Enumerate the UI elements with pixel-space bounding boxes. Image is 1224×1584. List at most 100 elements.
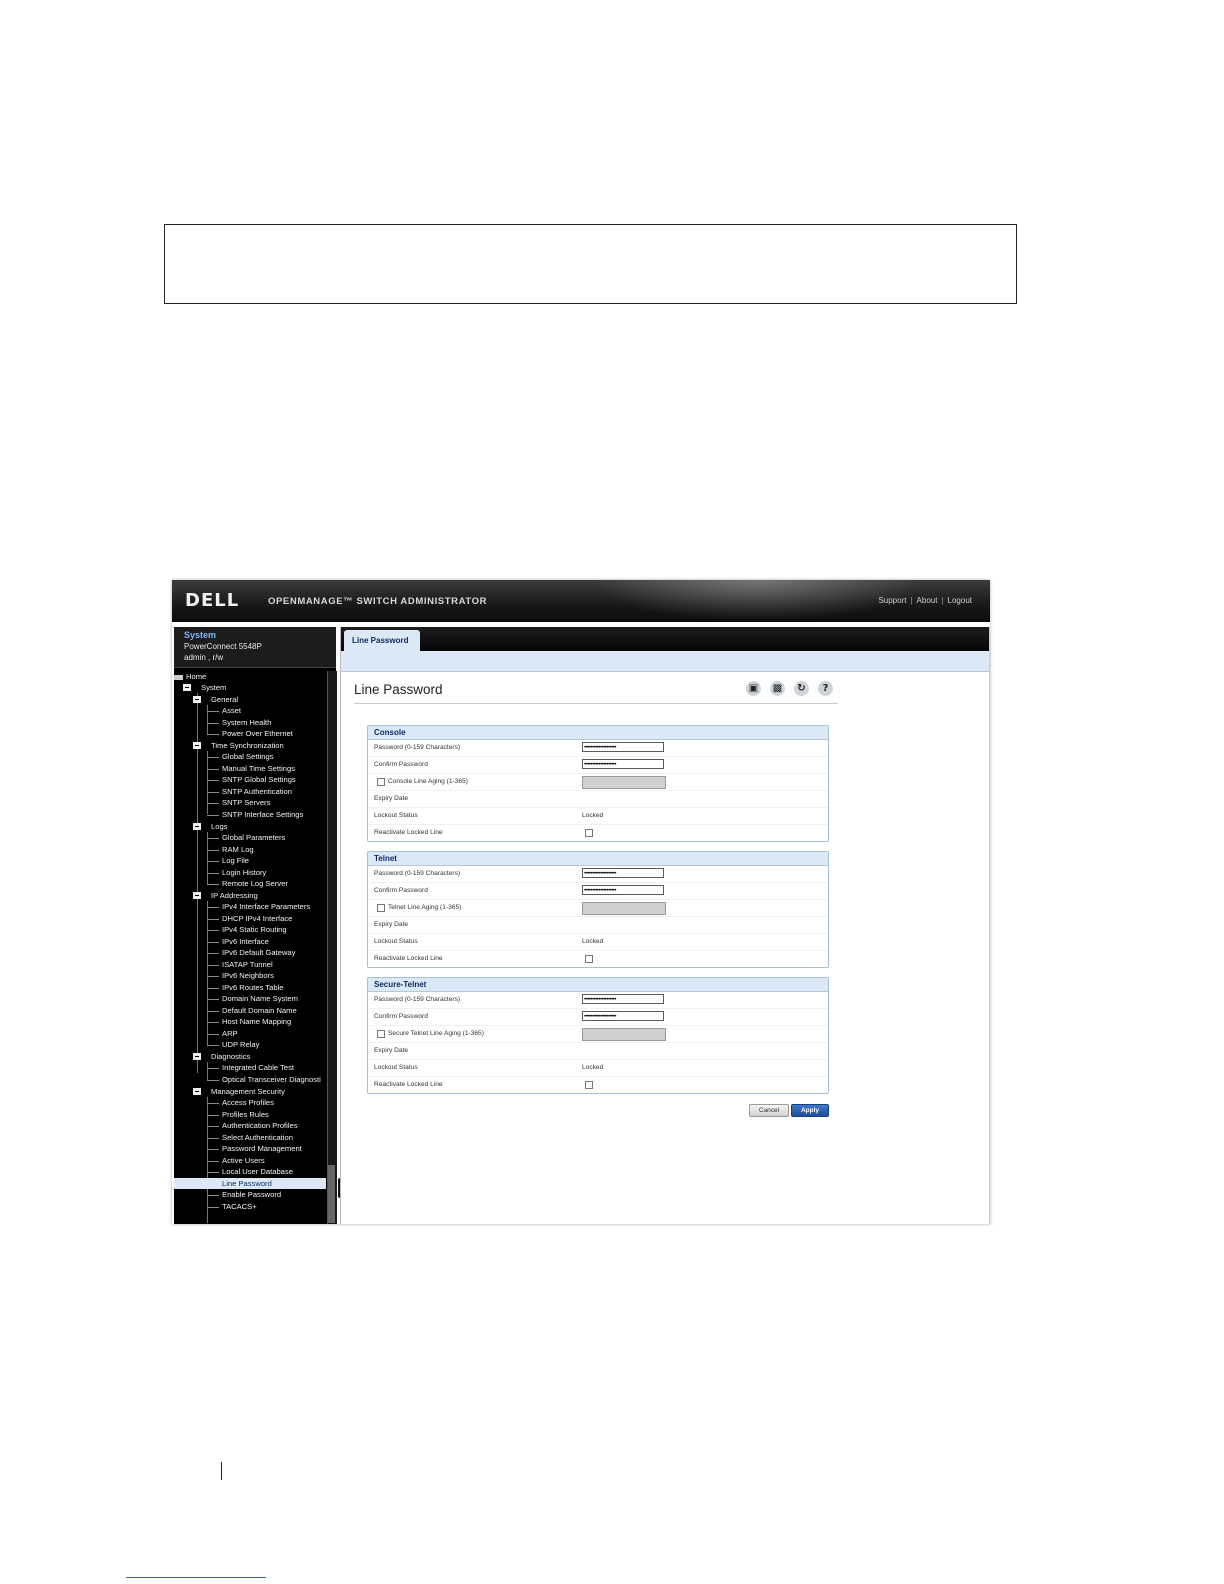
apply-button[interactable]: Apply — [791, 1104, 829, 1117]
collapse-diagnostics-icon[interactable] — [193, 1053, 201, 1060]
tree-system[interactable]: System — [201, 682, 226, 693]
tree-remote-log[interactable]: Remote Log Server — [222, 878, 288, 889]
tree-local-user-db[interactable]: Local User Database — [222, 1166, 293, 1177]
tree-login-history[interactable]: Login History — [222, 867, 266, 878]
help-icon[interactable]: ? — [818, 681, 833, 696]
field-label: Secure Telnet Line Aging (1-365) — [388, 1030, 484, 1037]
tree-password-mgmt[interactable]: Password Management — [222, 1143, 302, 1154]
tree-poe[interactable]: Power Over Ethernet — [222, 728, 293, 739]
tree-access-profiles[interactable]: Access Profiles — [222, 1097, 274, 1108]
field-label: Password (0-159 Characters) — [374, 996, 461, 1003]
refresh-icon[interactable]: ↻ — [794, 681, 809, 696]
tree-ipv6-default-gateway[interactable]: IPv6 Default Gateway — [222, 947, 295, 958]
field-label: Expiry Date — [374, 921, 409, 928]
tree-active-users[interactable]: Active Users — [222, 1155, 265, 1166]
field-label: Expiry Date — [374, 1047, 409, 1054]
section-title: Console — [368, 726, 828, 740]
telnet-lockout-status: Locked — [582, 938, 604, 945]
tree-diagnostics[interactable]: Diagnostics — [211, 1051, 250, 1062]
collapse-mgmt-security-icon[interactable] — [193, 1088, 201, 1095]
tree-global-parameters[interactable]: Global Parameters — [222, 832, 285, 843]
tree-sntp-interface[interactable]: SNTP Interface Settings — [222, 809, 303, 820]
sidebar-scroll-thumb[interactable] — [328, 1165, 335, 1223]
secure-telnet-reactivate-checkbox[interactable] — [585, 1081, 593, 1089]
main-content: Line Password Line Password ▣ ▩ ↻ ? Cons… — [340, 627, 990, 1224]
tree-sntp-global[interactable]: SNTP Global Settings — [222, 774, 296, 785]
save-icon[interactable]: ▣ — [746, 681, 761, 696]
field-label: Expiry Date — [374, 795, 409, 802]
empty-bordered-box — [164, 224, 1017, 304]
tree-logs[interactable]: Logs — [211, 821, 227, 832]
field-label: Reactivate Locked Line — [374, 1081, 443, 1088]
tree-isatap-tunnel[interactable]: ISATAP Tunnel — [222, 959, 273, 970]
tab-subbar — [341, 651, 989, 672]
console-reactivate-checkbox[interactable] — [585, 829, 593, 837]
support-link[interactable]: Support — [878, 596, 906, 605]
console-aging-input[interactable] — [582, 776, 666, 789]
collapse-system-icon[interactable] — [183, 684, 191, 691]
tree-ipv6-interface[interactable]: IPv6 Interface — [222, 936, 269, 947]
tree-select-auth[interactable]: Select Authentication — [222, 1132, 293, 1143]
tree-global-settings[interactable]: Global Settings — [222, 751, 274, 762]
tree-log-file[interactable]: Log File — [222, 855, 249, 866]
field-label: Reactivate Locked Line — [374, 955, 443, 962]
secure-telnet-aging-input[interactable] — [582, 1028, 666, 1041]
console-aging-checkbox[interactable] — [377, 778, 385, 786]
tree-ipv6-routes[interactable]: IPv6 Routes Table — [222, 982, 284, 993]
collapse-general-icon[interactable] — [193, 696, 201, 703]
tree-ram-log[interactable]: RAM Log — [222, 844, 254, 855]
tree-ipv6-neighbors[interactable]: IPv6 Neighbors — [222, 970, 274, 981]
tree-optical-diag[interactable]: Optical Transceiver Diagnosti — [222, 1074, 321, 1085]
tree-enable-password[interactable]: Enable Password — [222, 1189, 281, 1200]
tree-default-domain[interactable]: Default Domain Name — [222, 1005, 297, 1016]
tree-home[interactable]: Home — [174, 671, 206, 682]
collapse-time-icon[interactable] — [193, 742, 201, 749]
tree-cable-test[interactable]: Integrated Cable Test — [222, 1062, 294, 1073]
tree-system-health[interactable]: System Health — [222, 717, 271, 728]
tree-sntp-auth[interactable]: SNTP Authentication — [222, 786, 292, 797]
top-banner: DELL OPENMANAGE™ SWITCH ADMINISTRATOR Su… — [172, 580, 990, 622]
about-link[interactable]: About — [917, 596, 938, 605]
tree-asset[interactable]: Asset — [222, 705, 241, 716]
tree-ipv4-interface-params[interactable]: IPv4 Interface Parameters — [222, 901, 310, 912]
tree-arp[interactable]: ARP — [222, 1028, 238, 1039]
logout-link[interactable]: Logout — [948, 596, 972, 605]
collapse-logs-icon[interactable] — [193, 823, 201, 830]
telnet-aging-input[interactable] — [582, 902, 666, 915]
telnet-aging-checkbox[interactable] — [377, 904, 385, 912]
tree-time-sync[interactable]: Time Synchronization — [211, 740, 284, 751]
switch-admin-screenshot: DELL OPENMANAGE™ SWITCH ADMINISTRATOR Su… — [172, 580, 990, 1224]
console-password-input[interactable]: •••••••••••••••••••• — [582, 742, 664, 752]
print-icon[interactable]: ▩ — [770, 681, 785, 696]
secure-telnet-confirm-password-input[interactable]: •••••••••••••••••••• — [582, 1011, 664, 1021]
sidebar-scrollbar[interactable] — [327, 671, 337, 1224]
tree-mgmt-security[interactable]: Management Security — [211, 1086, 285, 1097]
system-info: System PowerConnect 5548P admin , r/w — [174, 627, 336, 668]
footer-underline — [126, 1577, 266, 1578]
tree-host-name-mapping[interactable]: Host Name Mapping — [222, 1016, 291, 1027]
tree-sntp-servers[interactable]: SNTP Servers — [222, 797, 270, 808]
secure-telnet-password-input[interactable]: •••••••••••••••••••• — [582, 994, 664, 1004]
tree-tacacs[interactable]: TACACS+ — [222, 1201, 257, 1212]
secure-telnet-aging-checkbox[interactable] — [377, 1030, 385, 1038]
tab-line-password[interactable]: Line Password — [344, 630, 420, 651]
tree-manual-time[interactable]: Manual Time Settings — [222, 763, 295, 774]
collapse-ip-icon[interactable] — [193, 892, 201, 899]
telnet-password-input[interactable]: •••••••••••••••••••• — [582, 868, 664, 878]
tree-dhcp-ipv4[interactable]: DHCP IPv4 Interface — [222, 913, 292, 924]
tree-udp-relay[interactable]: UDP Relay — [222, 1039, 259, 1050]
tree-general[interactable]: General — [211, 694, 238, 705]
tree-dns[interactable]: Domain Name System — [222, 993, 298, 1004]
console-section: Console Password (0-159 Characters) •••••… — [367, 725, 829, 842]
telnet-confirm-password-input[interactable]: •••••••••••••••••••• — [582, 885, 664, 895]
cancel-button[interactable]: Cancel — [749, 1104, 789, 1117]
field-label: Telnet Line Aging (1-365) — [388, 904, 462, 911]
console-confirm-password-input[interactable]: •••••••••••••••••••• — [582, 759, 664, 769]
tree-profiles-rules[interactable]: Profiles Rules — [222, 1109, 269, 1120]
secure-telnet-section: Secure-Telnet Password (0-159 Characters… — [367, 977, 829, 1094]
tree-ipv4-static-routing[interactable]: IPv4 Static Routing — [222, 924, 287, 935]
tree-auth-profiles[interactable]: Authentication Profiles — [222, 1120, 298, 1131]
tree-ip-addressing[interactable]: IP Addressing — [211, 890, 258, 901]
tree-line-password[interactable]: Line Password — [174, 1178, 326, 1189]
telnet-reactivate-checkbox[interactable] — [585, 955, 593, 963]
